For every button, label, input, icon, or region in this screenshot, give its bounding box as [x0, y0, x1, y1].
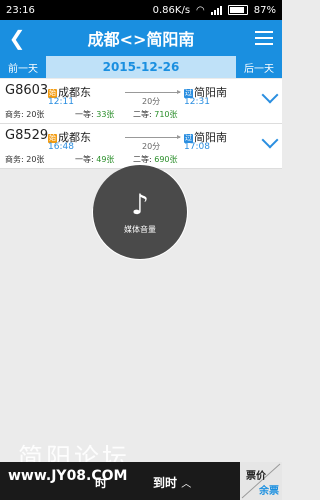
- bottom-sort-bar: www.JY08.COM 时 到时 ︿ 票价 余票: [0, 462, 282, 500]
- sort-arrive-time[interactable]: 到时 ︿: [153, 474, 191, 491]
- first-class-seats: 一等: 33张: [75, 110, 115, 119]
- seat-availability: 商务: 20张 一等: 33张 二等: 710张: [5, 109, 178, 120]
- price-label: 票价: [246, 471, 266, 482]
- status-bar: 23:16 0.86K/s ◠ 87%: [0, 0, 282, 20]
- next-day-button[interactable]: 后一天: [235, 56, 282, 78]
- signal-icon: [210, 5, 222, 15]
- app-header: ❮ 成都<>简阳南: [0, 20, 282, 56]
- second-class-seats: 二等: 710张: [133, 110, 178, 119]
- sort-depart-time[interactable]: 时: [95, 474, 107, 491]
- media-volume-label: 媒体音量: [124, 224, 156, 234]
- business-seats: 商务: 20张: [5, 110, 45, 119]
- remaining-tickets-label: 余票: [259, 486, 279, 497]
- duration: 20分: [142, 97, 161, 106]
- prev-day-button[interactable]: 前一天: [0, 56, 46, 78]
- clock: 23:16: [6, 4, 35, 16]
- route-arrow-icon: [125, 90, 181, 94]
- wifi-icon: ◠: [196, 4, 205, 16]
- train-number: G8529: [5, 128, 49, 143]
- back-button[interactable]: ❮: [4, 24, 30, 52]
- business-seats: 商务: 20张: [5, 155, 45, 164]
- site-watermark: www.JY08.COM: [8, 468, 128, 484]
- menu-button[interactable]: [252, 26, 276, 50]
- media-volume-overlay: ♪ 媒体音量: [93, 165, 187, 259]
- page-title: 成都<>简阳南: [87, 30, 195, 49]
- chevron-up-icon: ︿: [181, 479, 192, 490]
- music-note-icon: ♪: [131, 187, 149, 221]
- date-navigation: 前一天 2015-12-26 后一天: [0, 56, 282, 78]
- sort-price-button[interactable]: 票价 余票: [240, 462, 282, 500]
- chevron-down-icon[interactable]: [261, 131, 279, 149]
- chevron-left-icon: ❮: [8, 26, 26, 50]
- current-date[interactable]: 2015-12-26: [103, 60, 180, 74]
- network-speed: 0.86K/s: [152, 4, 191, 16]
- arrival-time: 17:08: [184, 142, 210, 152]
- departure-time: 16:48: [48, 142, 74, 152]
- route-arrow-icon: [125, 135, 181, 139]
- battery-icon: [227, 5, 248, 15]
- chevron-down-icon[interactable]: [261, 86, 279, 104]
- train-row[interactable]: G8603 始成都东 12:11 20分 过简阳南 12:31 商务: 20张 …: [0, 79, 282, 124]
- departure-time: 12:11: [48, 97, 74, 107]
- duration: 20分: [142, 142, 161, 151]
- train-number: G8603: [5, 83, 49, 98]
- arrival-time: 12:31: [184, 97, 210, 107]
- battery-percent: 87%: [253, 4, 276, 16]
